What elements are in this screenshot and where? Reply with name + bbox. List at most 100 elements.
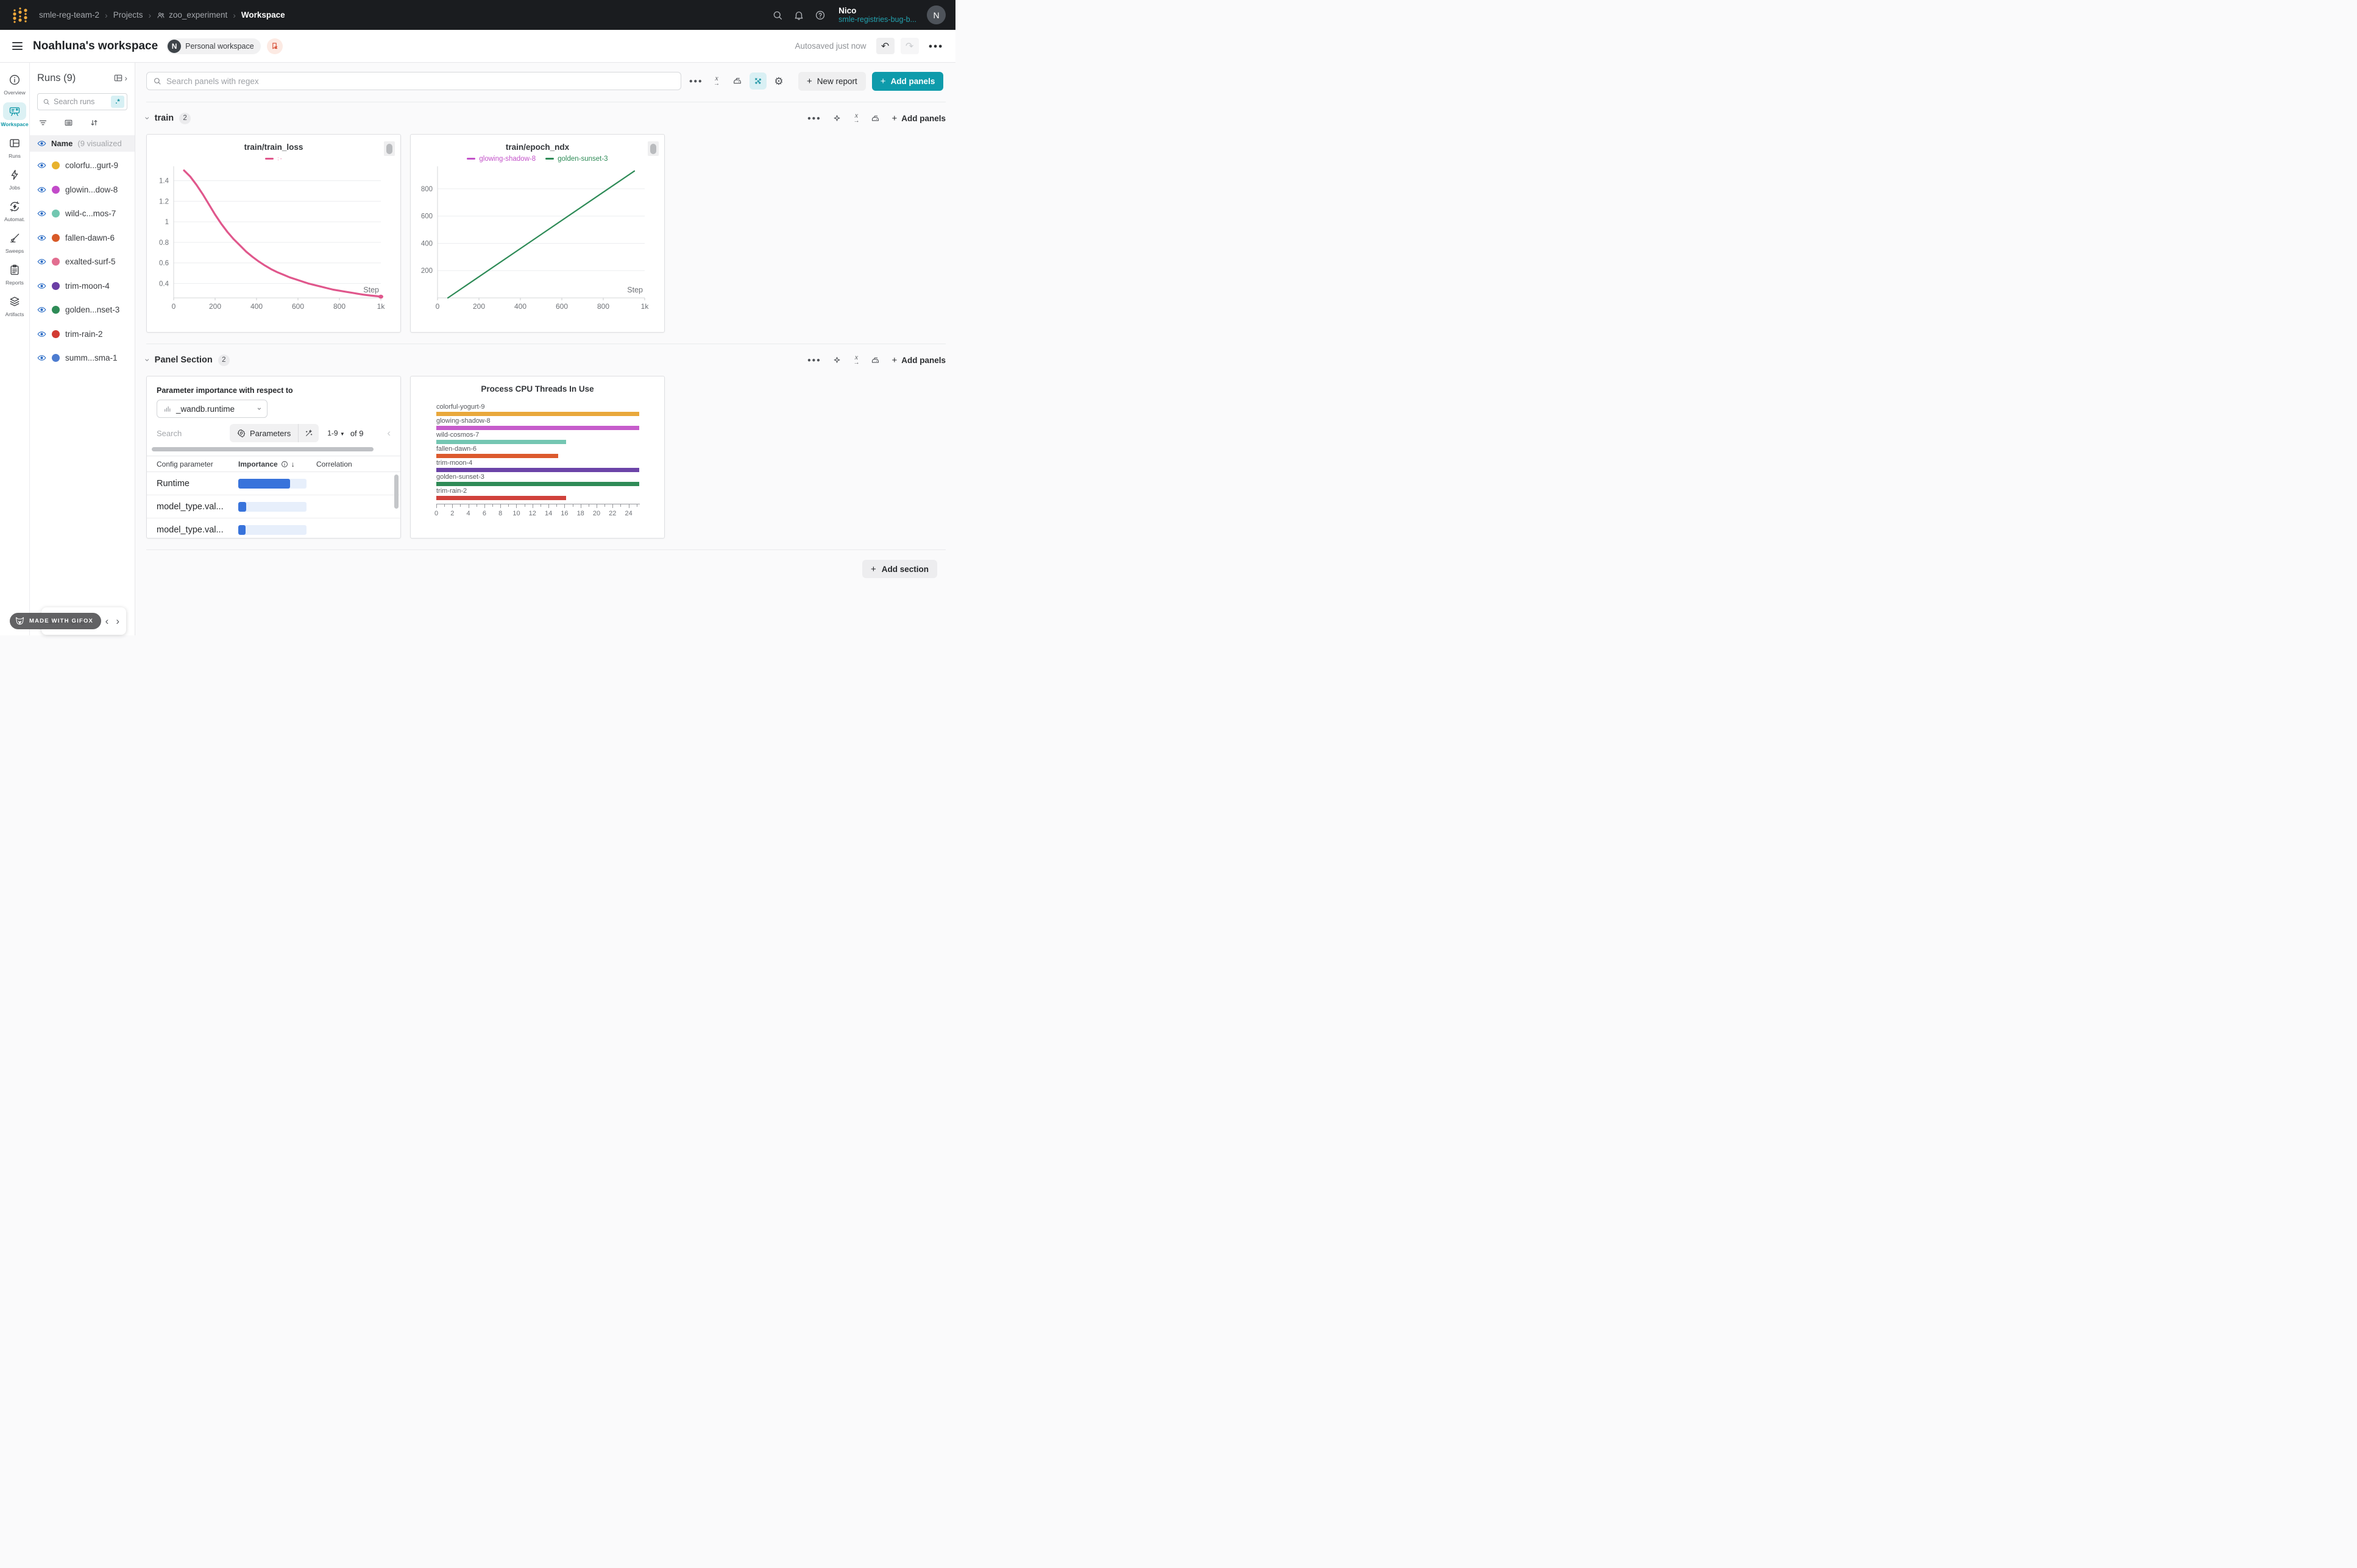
- outliers-scatter-icon[interactable]: [750, 72, 767, 90]
- visibility-eye-icon[interactable]: [37, 185, 46, 194]
- page-range-selector[interactable]: 1-9 ▼: [327, 429, 345, 437]
- more-options-icon[interactable]: ●●●: [929, 43, 943, 50]
- user-org-link[interactable]: smle-registries-bug-b...: [838, 15, 916, 24]
- run-row[interactable]: wild-c...mos-7: [30, 202, 135, 226]
- add-section-button[interactable]: + Add section: [862, 560, 937, 578]
- legend-entry[interactable]: golden-sunset-3: [545, 155, 608, 163]
- new-report-button[interactable]: + New report: [798, 72, 866, 91]
- chevron-left-icon[interactable]: ‹: [105, 615, 109, 627]
- sidebar-item-automat[interactable]: Automat.: [1, 197, 29, 222]
- visibility-eye-icon[interactable]: [37, 209, 46, 218]
- panel-search-input[interactable]: [166, 77, 675, 86]
- search-icon[interactable]: [772, 10, 783, 21]
- more-options-icon[interactable]: ●●●: [687, 72, 704, 90]
- breadcrumb-project[interactable]: zoo_experiment: [157, 10, 227, 19]
- scrollbar-thumb[interactable]: [152, 447, 374, 451]
- x-axis-settings-icon[interactable]: x→: [853, 113, 859, 124]
- column-importance[interactable]: Importance ↓: [238, 460, 316, 468]
- clear-workspace-button[interactable]: [267, 38, 283, 54]
- panel-cpu-threads: Process CPU Threads In Use colorful-yogu…: [410, 376, 665, 539]
- notifications-bell-icon[interactable]: [793, 10, 804, 21]
- sidebar-item-sweeps[interactable]: Sweeps: [1, 229, 29, 254]
- svg-text:600: 600: [421, 213, 433, 221]
- regex-toggle[interactable]: .*: [111, 96, 124, 108]
- cpu-bar-label: colorful-yogurt-9: [436, 403, 640, 411]
- parameters-button[interactable]: Parameters: [230, 424, 319, 442]
- sidebar-item-artifacts[interactable]: Artifacts: [1, 292, 29, 317]
- visibility-eye-icon[interactable]: [37, 305, 46, 314]
- runs-table-toggle-icon[interactable]: [113, 73, 123, 83]
- more-options-icon[interactable]: ●●●: [807, 357, 821, 364]
- chevron-left-icon[interactable]: ‹: [387, 427, 391, 439]
- collapse-section-icon[interactable]: ›: [143, 359, 152, 362]
- drag-handle[interactable]: [648, 141, 659, 156]
- redo-button[interactable]: ↷: [901, 38, 919, 54]
- run-row[interactable]: trim-moon-4: [30, 274, 135, 298]
- more-options-icon[interactable]: ●●●: [807, 115, 821, 122]
- smoothing-iron-icon[interactable]: [871, 356, 880, 365]
- legend-entry[interactable]: glowing-shadow-8: [467, 155, 536, 163]
- info-icon: [3, 71, 26, 88]
- legend-entry[interactable]: : -: [265, 156, 282, 161]
- user-menu[interactable]: Nico smle-registries-bug-b...: [838, 6, 916, 24]
- panel-train-loss: train/train_loss : - 0.40.60.811.21.4020…: [146, 134, 401, 333]
- sparkle-icon[interactable]: [832, 356, 842, 365]
- help-icon[interactable]: [815, 10, 826, 21]
- sidebar-item-jobs[interactable]: Jobs: [1, 166, 29, 191]
- run-row[interactable]: glowin...dow-8: [30, 178, 135, 202]
- add-panels-button[interactable]: + Add panels: [872, 72, 944, 91]
- avatar[interactable]: N: [927, 5, 946, 24]
- breadcrumb-projects[interactable]: Projects: [113, 10, 143, 19]
- hamburger-menu-icon[interactable]: [12, 42, 23, 50]
- cpu-bar-label: glowing-shadow-8: [436, 417, 640, 425]
- visibility-eye-icon[interactable]: [37, 257, 46, 266]
- smoothing-iron-icon[interactable]: [871, 114, 880, 123]
- importance-search-input[interactable]: Search: [157, 429, 230, 438]
- group-list-icon[interactable]: [64, 118, 73, 127]
- cpu-bar: [436, 454, 558, 458]
- run-row[interactable]: exalted-surf-5: [30, 250, 135, 274]
- drag-handle[interactable]: [384, 141, 395, 156]
- undo-button[interactable]: ↶: [876, 38, 895, 54]
- visibility-eye-icon[interactable]: [37, 139, 46, 148]
- sort-icon[interactable]: [90, 118, 99, 127]
- visibility-eye-icon[interactable]: [37, 233, 46, 242]
- visibility-eye-icon[interactable]: [37, 281, 46, 291]
- smoothing-iron-icon[interactable]: [729, 72, 746, 90]
- visibility-eye-icon[interactable]: [37, 161, 46, 170]
- wandb-logo-icon[interactable]: [10, 5, 30, 26]
- autosave-status: Autosaved just now: [795, 41, 866, 51]
- run-row[interactable]: golden...nset-3: [30, 298, 135, 322]
- sidebar-item-overview[interactable]: Overview: [1, 71, 29, 96]
- filter-icon[interactable]: [38, 118, 48, 127]
- breadcrumb-workspace[interactable]: Workspace: [241, 10, 285, 19]
- section-add-panels-button[interactable]: + Add panels: [891, 355, 946, 366]
- config-parameter-name: Runtime: [157, 479, 238, 489]
- run-row[interactable]: summ...sma-1: [30, 346, 135, 370]
- sidebar-item-runs[interactable]: Runs: [1, 134, 29, 159]
- section-add-panels-button[interactable]: + Add panels: [891, 113, 946, 124]
- visibility-eye-icon[interactable]: [37, 330, 46, 339]
- runs-search-input[interactable]: [54, 97, 107, 106]
- run-row[interactable]: fallen-dawn-6: [30, 226, 135, 250]
- runs-visualized-note: (9 visualized: [77, 139, 121, 148]
- vertical-scrollbar[interactable]: [394, 475, 399, 509]
- breadcrumb-team[interactable]: smle-reg-team-2: [39, 10, 99, 19]
- x-axis-settings-icon[interactable]: x→: [708, 72, 725, 90]
- expand-runs-icon[interactable]: ›: [124, 73, 127, 83]
- visibility-eye-icon[interactable]: [37, 353, 46, 362]
- sparkle-icon[interactable]: [832, 114, 842, 123]
- metric-dropdown[interactable]: _wandb.runtime ›: [157, 400, 268, 418]
- run-row[interactable]: trim-rain-2: [30, 322, 135, 347]
- settings-gear-icon[interactable]: ⚙: [770, 72, 787, 90]
- importance-row: Runtime: [147, 472, 400, 495]
- workspace-selector[interactable]: N Personal workspace: [166, 38, 261, 54]
- magic-wand-button[interactable]: [299, 424, 319, 442]
- x-axis-settings-icon[interactable]: x→: [853, 355, 859, 366]
- sidebar-item-workspace[interactable]: Workspace: [1, 102, 29, 127]
- sidebar-item-reports[interactable]: Reports: [1, 261, 29, 286]
- panel-parameter-importance: Parameter importance with respect to _wa…: [146, 376, 401, 539]
- chevron-right-icon[interactable]: ›: [116, 615, 119, 627]
- collapse-section-icon[interactable]: ›: [143, 117, 152, 120]
- run-row[interactable]: colorfu...gurt-9: [30, 154, 135, 178]
